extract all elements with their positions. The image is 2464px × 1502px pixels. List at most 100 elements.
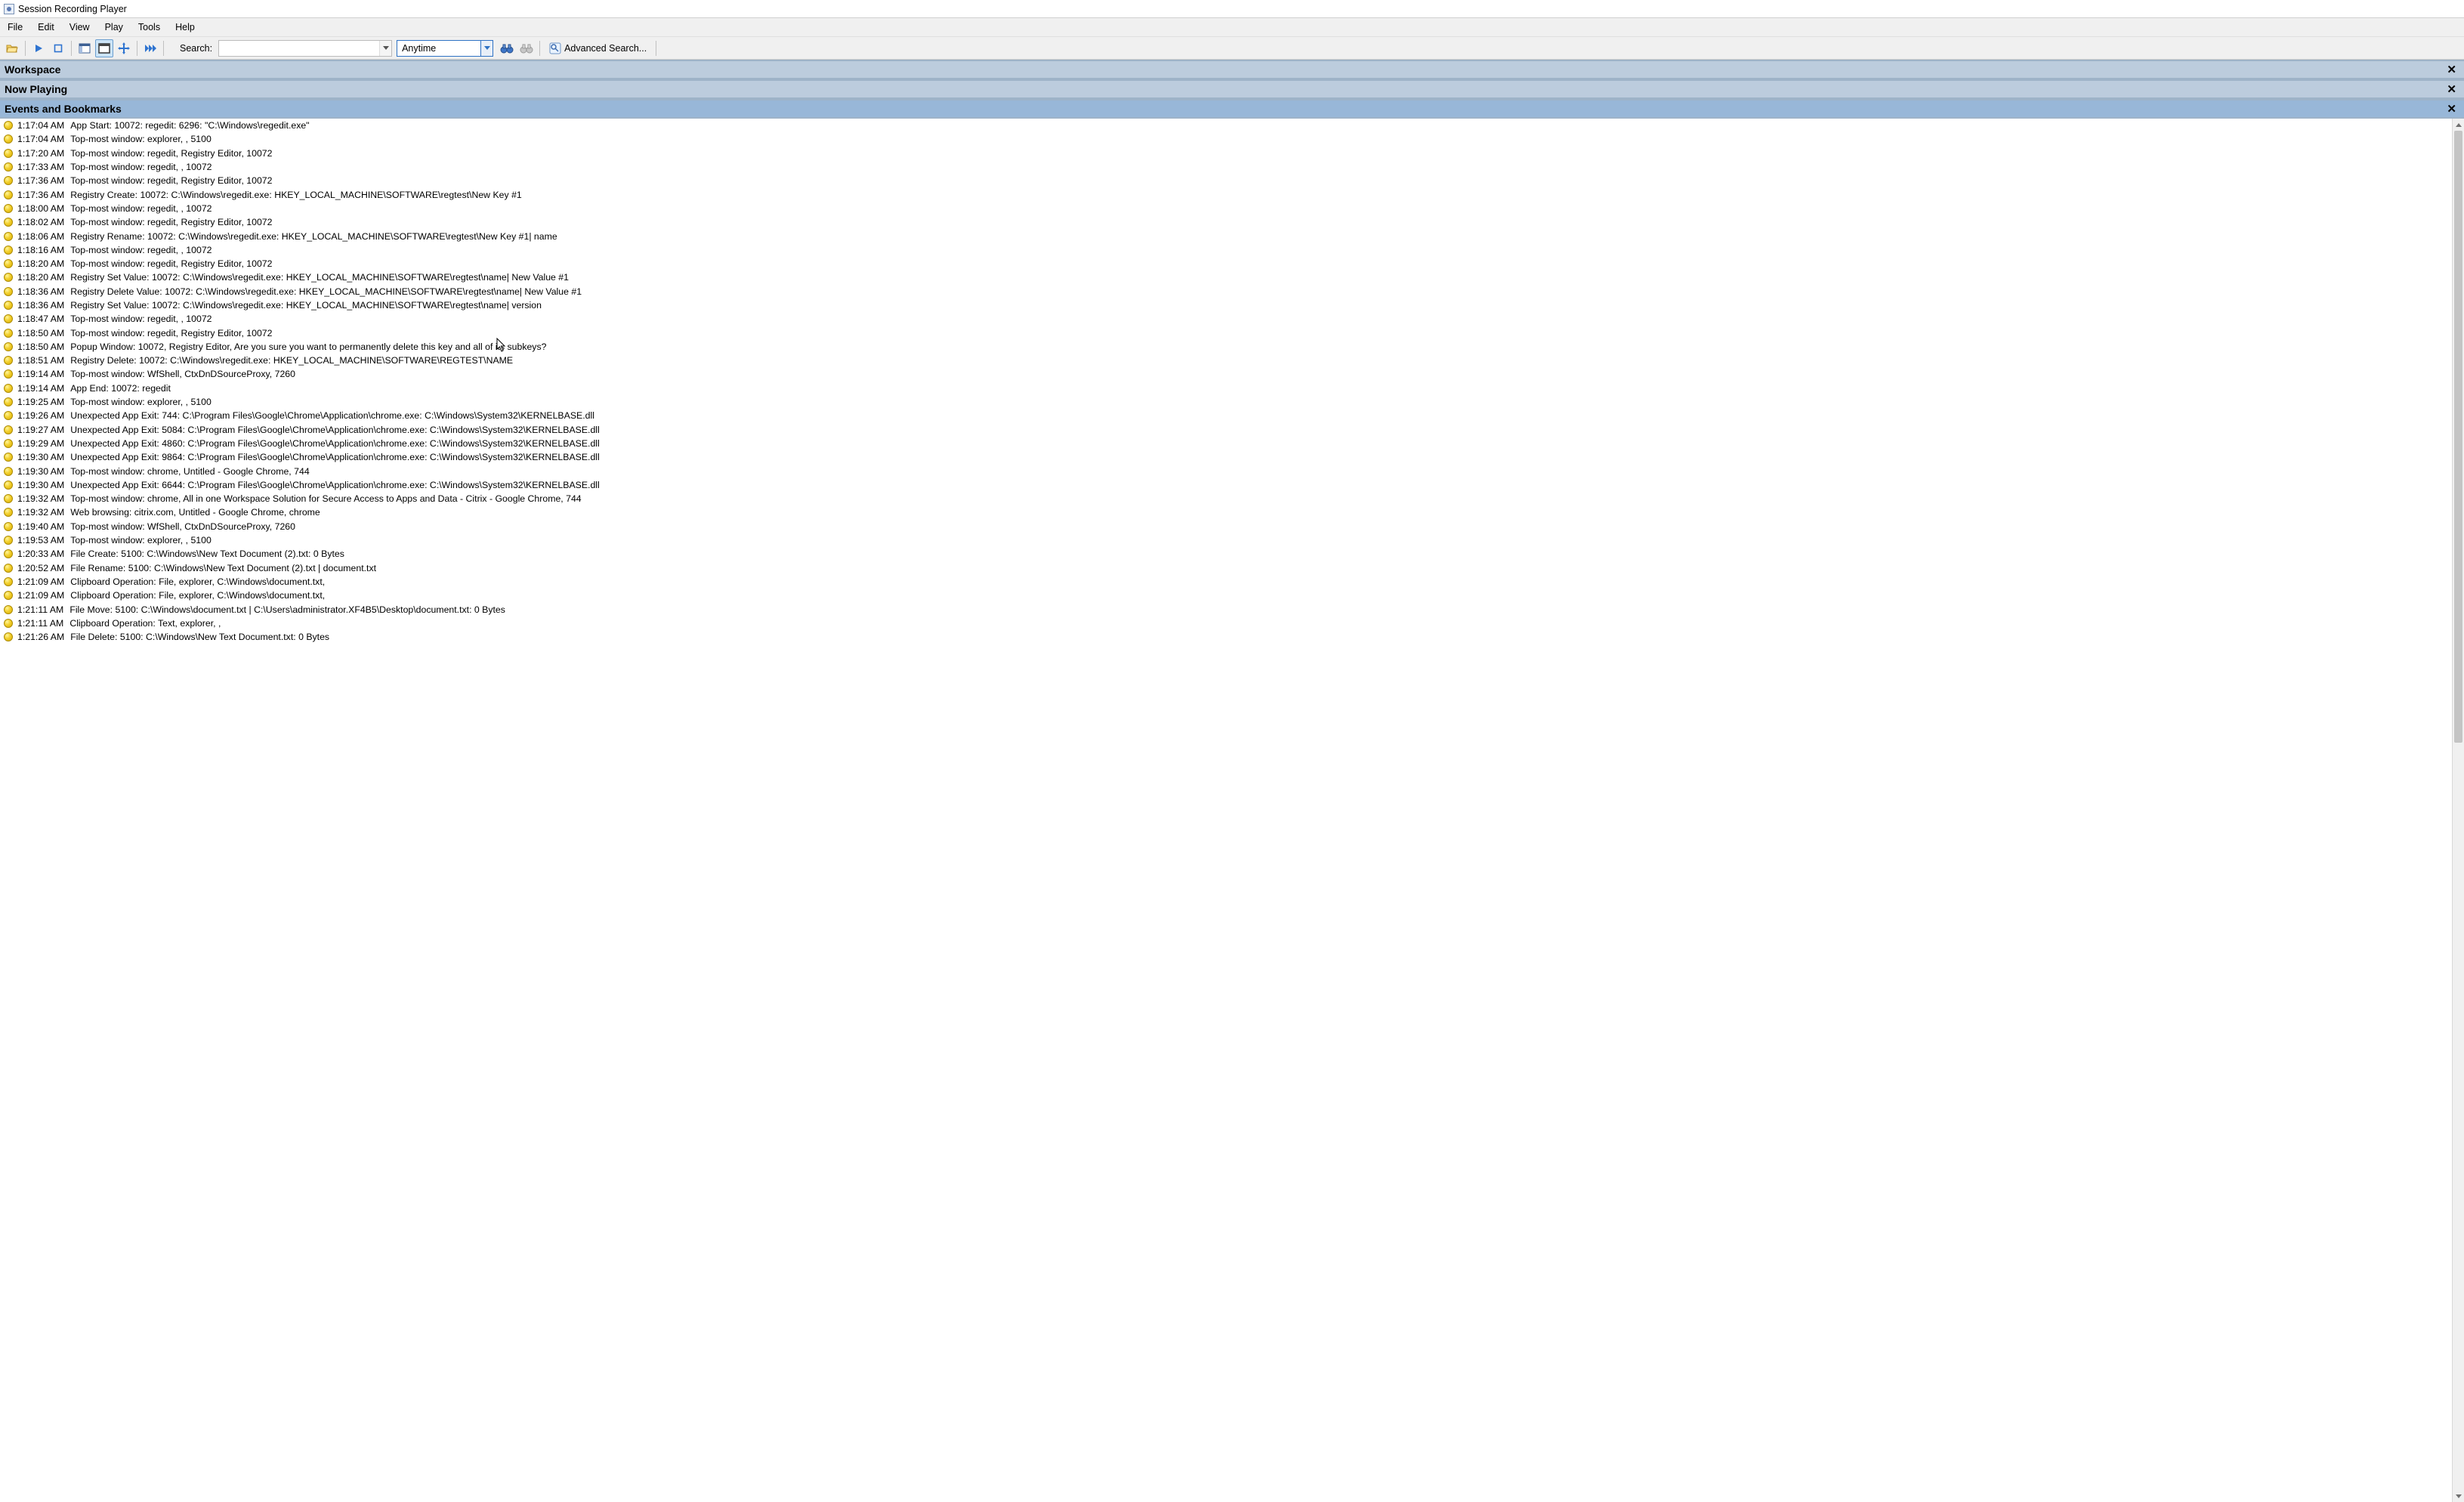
event-row[interactable]: 1:19:14 AMTop-most window: WfShell, CtxD…	[0, 367, 2452, 381]
event-row[interactable]: 1:17:20 AMTop-most window: regedit, Regi…	[0, 147, 2452, 160]
play-icon	[34, 44, 43, 53]
event-row[interactable]: 1:18:50 AMPopup Window: 10072, Registry …	[0, 340, 2452, 354]
event-row[interactable]: 1:17:04 AM Top-most window: explorer, , 5…	[0, 132, 2452, 146]
event-row[interactable]: 1:19:14 AMApp End: 10072: regedit	[0, 382, 2452, 395]
event-row[interactable]: 1:18:20 AMTop-most window: regedit, Regi…	[0, 257, 2452, 270]
event-row[interactable]: 1:19:30 AMUnexpected App Exit: 9864: C:\…	[0, 450, 2452, 464]
events-pane-header[interactable]: Events and Bookmarks ✕	[0, 99, 2464, 119]
search-dropdown-button[interactable]	[379, 41, 391, 56]
now-playing-pane-header[interactable]: Now Playing ✕	[0, 79, 2464, 99]
workspace-close-button[interactable]: ✕	[2444, 63, 2459, 76]
menu-file[interactable]: File	[0, 19, 30, 36]
event-row[interactable]: 1:19:26 AMUnexpected App Exit: 744: C:\P…	[0, 409, 2452, 422]
window-panes-button[interactable]	[76, 39, 94, 57]
advanced-search-button[interactable]: Advanced Search...	[544, 39, 652, 57]
event-time: 1:17:33 AM	[17, 162, 64, 172]
panning-button[interactable]	[115, 39, 133, 57]
scroll-thumb[interactable]	[2454, 131, 2462, 743]
play-button[interactable]	[29, 39, 48, 57]
event-row[interactable]: 1:21:11 AMFile Move: 5100: C:\Windows\do…	[0, 602, 2452, 616]
event-row[interactable]: 1:20:33 AMFile Create: 5100: C:\Windows\…	[0, 547, 2452, 561]
event-row[interactable]: 1:18:20 AMRegistry Set Value: 10072: C:\…	[0, 270, 2452, 284]
menu-view[interactable]: View	[62, 19, 97, 36]
search-input-combo[interactable]	[218, 40, 392, 57]
event-row[interactable]: 1:19:29 AMUnexpected App Exit: 4860: C:\…	[0, 437, 2452, 450]
event-row[interactable]: 1:18:36 AMRegistry Set Value: 10072: C:\…	[0, 298, 2452, 312]
event-text: Top-most window: WfShell, CtxDnDSourcePr…	[70, 369, 295, 379]
event-text: Top-most window: WfShell, CtxDnDSourcePr…	[70, 521, 295, 532]
time-filter-combo[interactable]: Anytime	[397, 40, 493, 57]
find-next-button[interactable]	[498, 39, 516, 57]
event-text: Registry Create: 10072: C:\Windows\reged…	[70, 190, 522, 200]
event-row[interactable]: 1:19:53 AMTop-most window: explorer, , 5…	[0, 533, 2452, 547]
bookmark-bullet-icon	[4, 619, 13, 628]
event-text: Top-most window: regedit, Registry Edito…	[70, 217, 272, 227]
event-row[interactable]: 1:18:06 AMRegistry Rename: 10072: C:\Win…	[0, 229, 2452, 243]
event-row[interactable]: 1:18:02 AM Top-most window: regedit, Regi…	[0, 215, 2452, 229]
event-row[interactable]: 1:18:47 AMTop-most window: regedit, , 10…	[0, 312, 2452, 326]
event-time: 1:17:36 AM	[17, 190, 64, 200]
events-close-button[interactable]: ✕	[2444, 102, 2459, 116]
bookmark-bullet-icon	[4, 522, 13, 531]
workspace-pane-header[interactable]: Workspace ✕	[0, 60, 2464, 79]
event-time: 1:19:25 AM	[17, 397, 64, 407]
bookmark-bullet-icon	[4, 218, 13, 227]
event-text: Top-most window: explorer, , 5100	[70, 134, 212, 144]
events-scrollbar[interactable]	[2452, 119, 2464, 1502]
event-text: Unexpected App Exit: 9864: C:\Program Fi…	[70, 452, 600, 462]
move-arrows-icon	[118, 42, 130, 54]
now-playing-pane-title: Now Playing	[5, 83, 2444, 95]
advanced-search-label: Advanced Search...	[564, 43, 647, 54]
event-row[interactable]: 1:17:36 AMTop-most window: regedit, Regi…	[0, 174, 2452, 187]
event-row[interactable]: 1:21:11 AMClipboard Operation: Text, exp…	[0, 617, 2452, 630]
time-filter-dropdown-button[interactable]	[480, 41, 492, 56]
skip-button[interactable]	[141, 39, 159, 57]
bookmark-bullet-icon	[4, 287, 13, 296]
events-list[interactable]: 1:17:04 AMApp Start: 10072: regedit: 629…	[0, 119, 2452, 1502]
menu-help[interactable]: Help	[168, 19, 202, 36]
event-row[interactable]: 1:21:09 AMClipboard Operation: File, exp…	[0, 589, 2452, 602]
event-row[interactable]: 1:18:51 AMRegistry Delete: 10072: C:\Win…	[0, 354, 2452, 367]
bookmark-bullet-icon	[4, 273, 13, 282]
event-row[interactable]: 1:19:30 AMUnexpected App Exit: 6644: C:\…	[0, 478, 2452, 492]
event-row[interactable]: 1:19:32 AMWeb browsing: citrix.com, Unti…	[0, 505, 2452, 519]
event-row[interactable]: 1:17:33 AMTop-most window: regedit, , 10…	[0, 160, 2452, 174]
bookmark-bullet-icon	[4, 162, 13, 172]
event-row[interactable]: 1:19:32 AMTop-most window: chrome, All i…	[0, 492, 2452, 505]
event-row[interactable]: 1:19:40 AMTop-most window: WfShell, CtxD…	[0, 520, 2452, 533]
event-row[interactable]: 1:18:16 AMTop-most window: regedit, , 10…	[0, 243, 2452, 257]
event-row[interactable]: 1:20:52 AMFile Rename: 5100: C:\Windows\…	[0, 561, 2452, 575]
event-row[interactable]: 1:18:36 AMRegistry Delete Value: 10072: …	[0, 285, 2452, 298]
bookmark-bullet-icon	[4, 356, 13, 365]
menu-bar: File Edit View Play Tools Help	[0, 18, 2464, 37]
screen-icon	[98, 43, 110, 54]
scroll-down-button[interactable]	[2453, 1490, 2464, 1502]
event-row[interactable]: 1:19:25 AMTop-most window: explorer, , 5…	[0, 395, 2452, 409]
scroll-track[interactable]	[2453, 131, 2464, 1490]
event-row[interactable]: 1:17:36 AM Registry Create: 10072: C:\Win…	[0, 187, 2452, 201]
event-time: 1:18:02 AM	[17, 217, 64, 227]
event-text: Clipboard Operation: Text, explorer, ,	[69, 618, 221, 629]
fullscreen-button[interactable]	[95, 39, 113, 57]
event-text: Registry Set Value: 10072: C:\Windows\re…	[70, 300, 542, 311]
event-time: 1:17:04 AM	[17, 134, 64, 144]
event-row[interactable]: 1:17:04 AMApp Start: 10072: regedit: 629…	[0, 119, 2452, 132]
event-time: 1:21:26 AM	[17, 632, 64, 642]
search-input[interactable]	[219, 41, 379, 56]
event-row[interactable]: 1:19:30 AMTop-most window: chrome, Untit…	[0, 464, 2452, 477]
event-row[interactable]: 1:21:09 AMClipboard Operation: File, exp…	[0, 575, 2452, 589]
menu-edit[interactable]: Edit	[30, 19, 62, 36]
menu-play[interactable]: Play	[97, 19, 131, 36]
now-playing-close-button[interactable]: ✕	[2444, 82, 2459, 96]
menu-tools[interactable]: Tools	[131, 19, 168, 36]
event-row[interactable]: 1:19:27 AMUnexpected App Exit: 5084: C:\…	[0, 423, 2452, 437]
event-row[interactable]: 1:18:50 AMTop-most window: regedit, Regi…	[0, 326, 2452, 339]
workspace-pane-title: Workspace	[5, 63, 2444, 76]
scroll-up-button[interactable]	[2453, 119, 2464, 131]
find-prev-button[interactable]	[517, 39, 536, 57]
event-row[interactable]: 1:18:00 AMTop-most window: regedit, , 10…	[0, 202, 2452, 215]
event-row[interactable]: 1:21:26 AMFile Delete: 5100: C:\Windows\…	[0, 630, 2452, 644]
stop-button[interactable]	[49, 39, 67, 57]
bookmark-bullet-icon	[4, 632, 13, 641]
open-file-button[interactable]	[3, 39, 21, 57]
